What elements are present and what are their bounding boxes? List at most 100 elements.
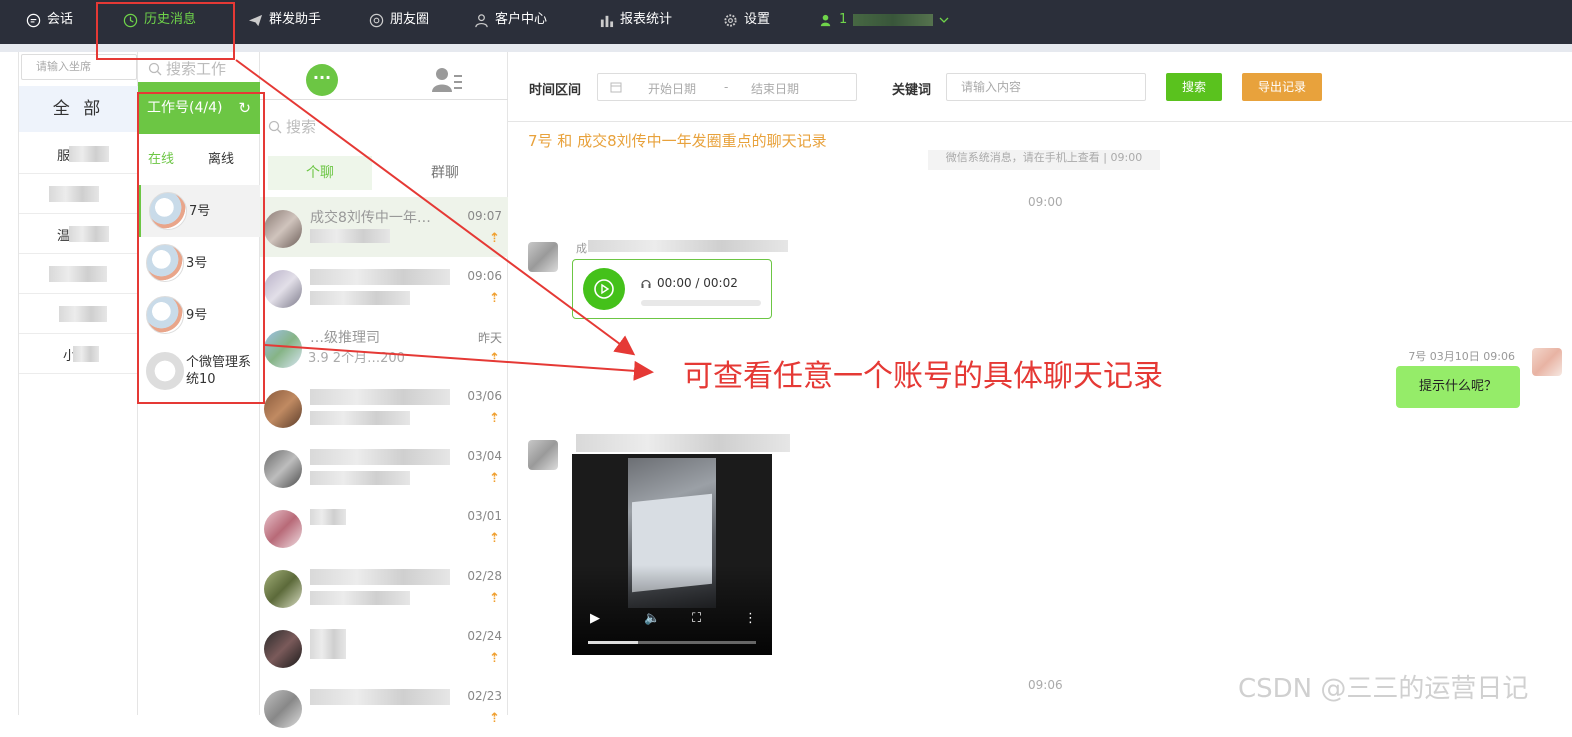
nav-item-chat[interactable]: 会话 [26,0,73,40]
export-records-button[interactable]: 导出记录 [1242,73,1322,101]
nav-item-settings[interactable]: 设置 [723,0,770,40]
end-date-placeholder[interactable]: 结束日期 [751,80,799,97]
nav-item-reports[interactable]: 报表统计 [599,0,672,40]
timestamp-divider: 09:00 [1028,195,1063,209]
blurred-text [59,306,107,322]
avatar [264,210,302,248]
upload-arrow-icon[interactable]: ⇡ [489,471,500,486]
avatar [264,630,302,668]
avatar [264,330,302,368]
chat-list-item[interactable]: 02/24 ⇡ [260,617,508,677]
voice-progress-bar[interactable] [641,300,761,306]
work-account-search[interactable]: 搜索工作 [148,58,226,79]
blurred-text [310,689,450,705]
blurred-text [310,389,450,405]
timestamp-divider: 09:06 [1028,678,1063,692]
chat-list-item[interactable]: 03/01 ⇡ [260,497,508,557]
avatar [264,270,302,308]
video-message[interactable]: ▶ 🔈 ⛶ ⋮ [572,454,772,655]
voice-play-button[interactable] [583,268,625,310]
play-icon [594,279,614,299]
chat-search[interactable]: 搜索 [268,116,316,137]
tab-single-chat[interactable]: 个聊 [268,156,372,190]
start-date-placeholder[interactable]: 开始日期 [648,80,696,97]
nav-item-label: 设置 [744,12,771,27]
chat-time: 02/24 [467,629,502,643]
chat-list-item[interactable]: 成交8刘传中一年… 09:07 ⇡ [260,197,508,257]
seat-row[interactable]: 小 [19,334,138,374]
upload-arrow-icon[interactable]: ⇡ [489,291,500,306]
nav-item-label: 客户中心 [495,12,548,27]
seat-row[interactable] [19,254,138,294]
user-account-menu[interactable]: 1 [818,0,949,40]
nav-item-moments[interactable]: 朋友圈 [369,0,429,40]
chat-list-item[interactable]: …级推理司 3.9 2个月…200 昨天 ⇡ [260,317,508,377]
nav-item-label: 报表统计 [620,12,673,27]
chat-list-item[interactable]: 03/06 ⇡ [260,377,508,437]
person-icon [475,13,488,27]
seat-row[interactable]: 温 [19,214,138,254]
seat-row[interactable] [19,174,138,214]
chat-preview: …级推理司 [310,330,380,346]
search-button[interactable]: 搜索 [1166,73,1222,101]
message-meta: 7号 03月10日 09:06 [1408,350,1515,363]
avatar [264,510,302,548]
contacts-tab-icon[interactable] [430,64,464,96]
blurred-text [310,509,346,525]
seat-list-panel: 请输入坐席 全 部 服 温 小 [18,52,138,715]
watermark: CSDN @三三的运营日记 [1238,674,1529,704]
divider [260,99,508,100]
chat-tab-icon[interactable]: ··· [306,64,338,96]
blurred-text [73,346,99,362]
upload-arrow-icon[interactable]: ⇡ [489,231,500,246]
chat-list-item[interactable]: 09:06 ⇡ [260,257,508,317]
blurred-text [310,229,390,243]
chat-list-item[interactable]: 02/28 ⇡ [260,557,508,617]
system-message-note: 微信系统消息，请在手机上查看 | 09:00 [928,150,1160,170]
avatar [528,440,558,470]
search-icon [268,120,282,133]
blurred-text [310,569,450,585]
topbar-divider [0,44,1572,52]
upload-arrow-icon[interactable]: ⇡ [489,651,500,666]
chat-time: 02/23 [467,689,502,703]
play-icon[interactable]: ▶ [590,611,600,626]
voice-message: 00:00 / 00:02 [572,259,772,319]
video-progress-bar[interactable] [588,641,756,644]
chat-time: 昨天 [477,331,502,345]
date-range-picker[interactable]: 开始日期 - 结束日期 [597,73,857,101]
chat-subtext: 3.9 2个月…200 [308,351,405,366]
volume-icon[interactable]: 🔈 [644,611,660,626]
blurred-text [310,471,410,485]
all-seats-button[interactable]: 全 部 [19,86,138,132]
annotation-text: 可查看任意一个账号的具体聊天记录 [683,359,1163,394]
fullscreen-icon[interactable]: ⛶ [692,611,701,626]
calendar-icon [610,82,622,93]
seat-row[interactable]: 服 [19,134,138,174]
sender-name: 成 [576,242,587,255]
sent-message-bubble: 提示什么呢？ [1396,366,1520,408]
upload-arrow-icon[interactable]: ⇡ [489,531,500,546]
highlight-box [137,92,265,404]
upload-arrow-icon[interactable]: ⇡ [489,351,500,366]
gear-icon [724,13,737,27]
upload-arrow-icon[interactable]: ⇡ [489,711,500,726]
seat-row[interactable] [19,294,138,334]
blurred-text [576,434,790,452]
tab-group-chat[interactable]: 群聊 [390,156,500,190]
blurred-text [310,449,450,465]
chat-time: 02/28 [467,569,502,583]
blurred-text [310,629,346,659]
chat-list-item[interactable]: 03/04 ⇡ [260,437,508,497]
keyword-input[interactable]: 请输入内容 [946,73,1146,101]
top-navigation-bar: 会话 历史消息 群发助手 朋友圈 客户中心 报表统计 设置 1 [0,0,1572,44]
upload-arrow-icon[interactable]: ⇡ [489,591,500,606]
nav-item-customers[interactable]: 客户中心 [474,0,547,40]
more-options-icon[interactable]: ⋮ [744,611,757,626]
nav-item-label: 朋友圈 [390,12,430,27]
nav-item-label: 群发助手 [269,12,322,27]
chat-list-item[interactable]: 02/23 ⇡ [260,677,508,737]
nav-item-broadcast[interactable]: 群发助手 [248,0,321,40]
highlight-box [96,2,235,60]
upload-arrow-icon[interactable]: ⇡ [489,411,500,426]
